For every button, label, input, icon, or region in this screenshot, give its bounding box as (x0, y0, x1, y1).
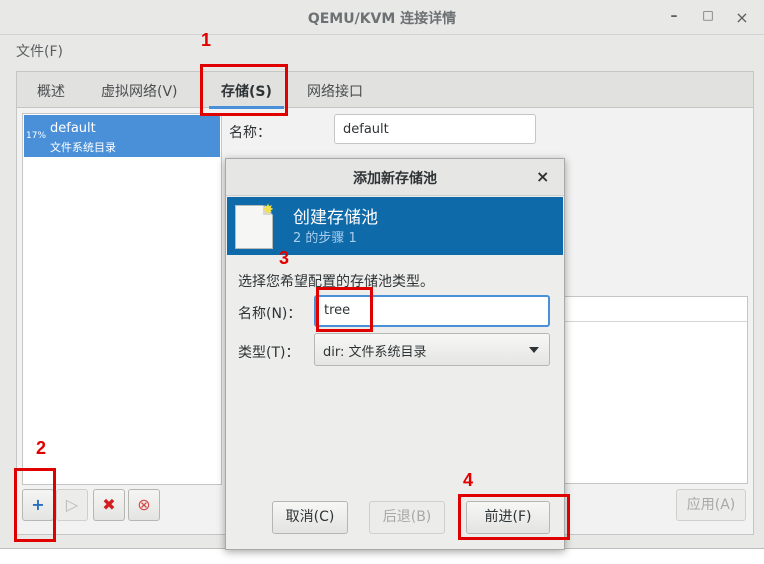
pool-type-select[interactable]: dir: 文件系统目录 (314, 333, 550, 366)
annotation-box-forward-button (458, 494, 570, 540)
title-bar: QEMU/KVM 连接详情 – □ × (0, 0, 764, 35)
minimize-button[interactable]: – (664, 8, 684, 26)
pool-type-label: 类型(T)： (238, 345, 300, 361)
pool-usage: 17% (26, 131, 47, 141)
volume-list-header (553, 297, 747, 322)
chevron-down-icon (529, 347, 539, 353)
annotation-number-4: 4 (463, 470, 474, 490)
dialog-close-button[interactable]: × (536, 167, 549, 186)
storage-pool-list[interactable]: 17% default 文件系统目录 (22, 113, 222, 485)
add-storage-pool-dialog: 添加新存储池 × ✸ 创建存储池 2 的步骤 1 选择您希望配置的存储池类型。 … (225, 158, 565, 550)
dialog-title-bar: 添加新存储池 × (226, 159, 564, 196)
tab-network-interfaces[interactable]: 网络接口 (307, 81, 363, 101)
star-icon: ✸ (262, 202, 274, 218)
start-pool-button[interactable]: ▷ (56, 489, 88, 521)
apply-button[interactable]: 应用(A) (676, 489, 746, 521)
annotation-number-3: 3 (279, 248, 290, 268)
cancel-button[interactable]: 取消(C) (272, 501, 348, 534)
annotation-number-1: 1 (201, 30, 212, 50)
back-button[interactable]: 后退(B) (369, 501, 445, 534)
close-window-button[interactable]: × (732, 8, 752, 27)
pool-type: 文件系统目录 (50, 141, 116, 154)
window-title: QEMU/KVM 连接详情 (307, 11, 457, 27)
volume-list[interactable] (552, 296, 748, 484)
banner-title: 创建存储池 (293, 208, 378, 228)
pool-type-value: dir: 文件系统目录 (323, 345, 427, 360)
annotation-box-storage-tab (200, 64, 288, 116)
annotation-box-name-input (316, 287, 373, 332)
banner-step: 2 的步骤 1 (293, 231, 357, 246)
menu-bar: 文件(F) (0, 35, 764, 63)
annotation-box-add-button (14, 468, 56, 542)
menu-file[interactable]: 文件(F) (16, 41, 63, 61)
maximize-button[interactable]: □ (698, 8, 718, 26)
pool-name-label: 名称： (229, 125, 271, 141)
pool-name-label: 名称(N)： (238, 306, 302, 322)
tab-overview[interactable]: 概述 (37, 81, 65, 101)
annotation-number-2: 2 (36, 438, 47, 458)
pool-name-field[interactable]: default (334, 114, 536, 144)
wizard-banner: ✸ 创建存储池 2 的步骤 1 (227, 197, 563, 255)
tab-bar: 概述 虚拟网络(V) 存储(S) 网络接口 (17, 72, 753, 109)
pool-name: default (50, 121, 96, 136)
delete-pool-button[interactable]: ⊗ (128, 489, 160, 521)
stop-pool-button[interactable]: ✖ (93, 489, 125, 521)
tab-virtual-networks[interactable]: 虚拟网络(V) (101, 81, 178, 101)
dialog-title: 添加新存储池 (353, 171, 437, 187)
list-item-pool-default[interactable]: 17% default 文件系统目录 (24, 115, 220, 157)
